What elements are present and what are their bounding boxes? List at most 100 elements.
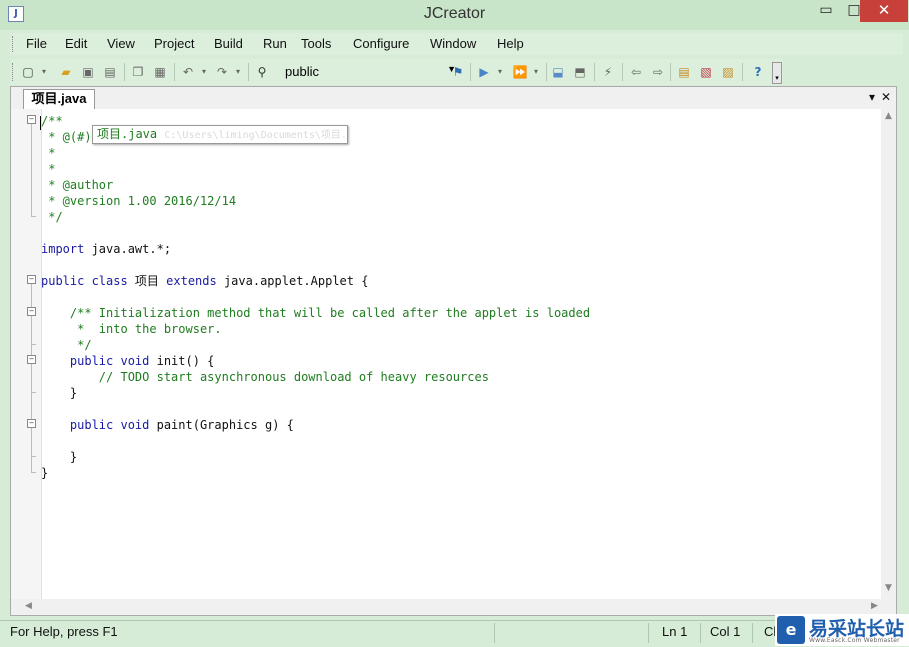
toolbar-grip[interactable] [12, 63, 16, 81]
new-icon[interactable]: ▢ [20, 64, 36, 80]
fold-toggle-icon[interactable]: − [27, 419, 36, 428]
code-line[interactable]: * [41, 145, 590, 161]
redo-dropdown-icon[interactable]: ▾ [230, 64, 246, 80]
code-line[interactable] [41, 401, 590, 417]
code-token: public class [41, 274, 128, 288]
code-token: java.awt.*; [84, 242, 172, 256]
undo-icon[interactable]: ↶ [180, 64, 196, 80]
build-project-icon[interactable]: ⬒ [572, 64, 588, 80]
code-text[interactable]: /** * @(#) * * * @author * @version 1.00… [41, 113, 590, 481]
menu-view[interactable]: View [107, 36, 135, 51]
code-line[interactable]: /** Initialization method that will be c… [41, 305, 590, 321]
horizontal-scrollbar[interactable]: ◀ ▶ [11, 599, 896, 615]
toolbar-overflow[interactable]: ▾ [772, 62, 782, 84]
code-line[interactable]: * @version 1.00 2016/12/14 [41, 193, 590, 209]
close-button[interactable]: ✕ [860, 0, 908, 22]
menu-project[interactable]: Project [154, 36, 194, 51]
fold-toggle-icon[interactable]: − [27, 115, 36, 124]
title-bar[interactable]: J JCreator ▭ □ ✕ [0, 0, 909, 30]
menu-tools[interactable]: Tools [301, 36, 331, 51]
code-token: * [41, 162, 56, 176]
watermark-en: Www.Easck.Com Webmaster [809, 637, 900, 644]
status-help: For Help, press F1 [10, 624, 118, 639]
code-token: * [41, 146, 56, 160]
paste-icon[interactable]: ▦ [152, 64, 168, 80]
copy-icon[interactable]: ❐ [130, 64, 146, 80]
debug-icon[interactable]: ⏩ [512, 64, 528, 80]
fold-toggle-icon[interactable]: − [27, 355, 36, 364]
code-token: init() { [149, 354, 215, 368]
fold-toggle-icon[interactable]: − [27, 275, 36, 284]
tooltip-filename: 项目.java [97, 127, 158, 141]
menu-help[interactable]: Help [497, 36, 524, 51]
code-token: // TODO start asynchronous download of h… [41, 370, 489, 384]
code-line[interactable]: // TODO start asynchronous download of h… [41, 369, 590, 385]
find-combobox[interactable]: public ▼ [282, 63, 458, 81]
tab-list-icon[interactable]: ▾ [869, 90, 875, 104]
run-dropdown-icon[interactable]: ▾ [492, 64, 508, 80]
status-column: Col 1 [710, 624, 741, 639]
code-line[interactable]: */ [41, 337, 590, 353]
scroll-left-icon[interactable]: ◀ [21, 601, 36, 611]
code-line[interactable] [41, 225, 590, 241]
code-line[interactable] [41, 433, 590, 449]
code-line[interactable]: public void init() { [41, 353, 590, 369]
menu-file[interactable]: File [26, 36, 47, 51]
toggle-icon[interactable]: ▧ [698, 64, 714, 80]
code-line[interactable]: } [41, 449, 590, 465]
status-bar: For Help, press F1 Ln 1 Col 1 Cl [0, 620, 909, 647]
code-line[interactable]: * [41, 161, 590, 177]
menu-window[interactable]: Window [430, 36, 476, 51]
stop-icon[interactable]: ⚡ [600, 64, 616, 80]
help-icon[interactable]: ? [750, 64, 766, 80]
undo-dropdown-icon[interactable]: ▾ [196, 64, 212, 80]
code-line[interactable]: */ [41, 209, 590, 225]
find-in-files-icon[interactable]: ⚑ [450, 64, 466, 80]
code-editor[interactable]: − − − − − /** * @(#) * * * @author * @ve… [11, 109, 881, 599]
code-line[interactable] [41, 257, 590, 273]
code-line[interactable]: } [41, 465, 590, 481]
code-line[interactable] [41, 289, 590, 305]
menu-build[interactable]: Build [214, 36, 243, 51]
fold-toggle-icon[interactable]: − [27, 307, 36, 316]
open-icon[interactable]: ▰ [58, 64, 74, 80]
close-tab-icon[interactable]: ✕ [881, 90, 891, 104]
scroll-up-icon[interactable]: ▲ [881, 111, 896, 121]
new-dropdown-icon[interactable]: ▾ [36, 64, 52, 80]
save-all-icon[interactable]: ▤ [102, 64, 118, 80]
fold-gutter: − − − − − [11, 109, 42, 599]
code-line[interactable]: * @author [41, 177, 590, 193]
toolbar: ▢ ▾ ▰ ▣ ▤ ❐ ▦ ↶ ▾ ↷ ▾ ⚲ public ▼ ⚑ ▶ ▾ ⏩… [10, 59, 783, 85]
redo-icon[interactable]: ↷ [214, 64, 230, 80]
code-token: /** Initialization method that will be c… [41, 306, 591, 320]
menu-configure[interactable]: Configure [353, 36, 409, 51]
debug-dropdown-icon[interactable]: ▾ [528, 64, 544, 80]
code-token: * @version 1.00 2016/12/14 [41, 194, 237, 208]
scroll-down-icon[interactable]: ▼ [881, 583, 896, 593]
find-icon[interactable]: ⚲ [254, 64, 270, 80]
options-icon[interactable]: ▨ [720, 64, 736, 80]
code-line[interactable]: public class 项目 extends java.applet.Appl… [41, 273, 590, 289]
find-value: public [285, 64, 319, 79]
tab-strip: 项目.java ▾ ✕ [11, 87, 896, 110]
run-icon[interactable]: ▶ [476, 64, 492, 80]
code-line[interactable]: import java.awt.*; [41, 241, 590, 257]
tooltip-path: C:\Users\liming\Documents\项目.java [164, 130, 347, 141]
compile-file-icon[interactable]: ⬓ [550, 64, 566, 80]
menu-grip[interactable] [12, 36, 16, 52]
code-line[interactable]: public void paint(Graphics g) { [41, 417, 590, 433]
minimize-button[interactable]: ▭ [812, 0, 840, 22]
back-icon[interactable]: ⇦ [628, 64, 644, 80]
code-token: } [41, 466, 49, 480]
code-token: } [41, 386, 78, 400]
save-icon[interactable]: ▣ [80, 64, 96, 80]
menu-run[interactable]: Run [263, 36, 287, 51]
tab-project-java[interactable]: 项目.java [23, 89, 95, 109]
scroll-right-icon[interactable]: ▶ [867, 601, 882, 611]
bookmark-icon[interactable]: ▤ [676, 64, 692, 80]
vertical-scrollbar[interactable]: ▲ ▼ [881, 109, 896, 599]
code-line[interactable]: } [41, 385, 590, 401]
forward-icon[interactable]: ⇨ [650, 64, 666, 80]
code-line[interactable]: * into the browser. [41, 321, 590, 337]
menu-edit[interactable]: Edit [65, 36, 87, 51]
